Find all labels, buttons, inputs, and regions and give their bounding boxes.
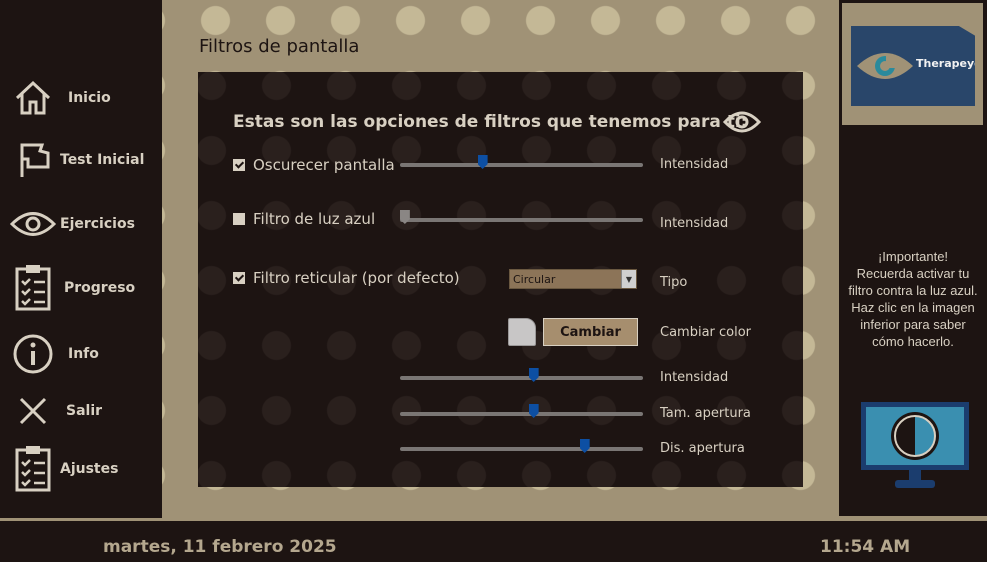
logo: Therapeye: [842, 3, 983, 125]
aperture-distance-label: Dis. apertura: [660, 441, 745, 456]
flag-icon: [10, 137, 56, 183]
info-icon: [10, 331, 56, 377]
logo-text: Therapeye: [916, 57, 982, 70]
eye-icon: [857, 53, 913, 79]
chevron-down-icon[interactable]: ▼: [621, 270, 636, 288]
monitor-icon[interactable]: [861, 402, 969, 492]
notice-title: ¡Importante!: [877, 249, 949, 264]
grid-filter-label: Filtro reticular (por defecto): [253, 269, 460, 287]
checkbox-box[interactable]: [233, 213, 245, 225]
close-icon: [10, 388, 56, 434]
sidebar-item-ejercicios[interactable]: Ejercicios: [10, 199, 160, 249]
home-icon: [10, 75, 56, 121]
slider-thumb[interactable]: [528, 404, 539, 418]
grid-type-label: Tipo: [660, 275, 688, 290]
change-color-label: Cambiar color: [660, 325, 752, 340]
sidebar-item-inicio[interactable]: Inicio: [10, 73, 160, 123]
blue-light-intensity-label: Intensidad: [660, 216, 729, 231]
darken-intensity-slider[interactable]: [400, 155, 643, 169]
darken-intensity-label: Intensidad: [660, 157, 729, 172]
slider-thumb[interactable]: [579, 439, 590, 453]
page-title: Filtros de pantalla: [199, 36, 360, 57]
filters-panel: Estas son las opciones de filtros que te…: [198, 72, 803, 487]
status-time: 11:54 AM: [820, 537, 911, 557]
logo-card: Therapeye: [851, 26, 975, 106]
grid-filter-checkbox[interactable]: Filtro reticular (por defecto): [233, 269, 460, 287]
checkbox-box[interactable]: [233, 272, 245, 284]
sidebar-item-label: Ajustes: [60, 461, 119, 477]
blue-light-intensity-slider[interactable]: [399, 210, 643, 224]
darken-checkbox[interactable]: Oscurecer pantalla: [233, 156, 395, 174]
grid-type-select[interactable]: Circular ▼: [509, 269, 637, 289]
grid-type-value: Circular: [513, 272, 556, 286]
slider-thumb[interactable]: [528, 368, 539, 382]
slider-thumb[interactable]: [399, 210, 410, 224]
checkbox-box[interactable]: [233, 159, 245, 171]
aperture-size-label: Tam. apertura: [660, 406, 751, 421]
aperture-size-slider[interactable]: [400, 404, 643, 418]
sidebar-item-info[interactable]: Info: [10, 329, 160, 379]
change-color-button[interactable]: Cambiar: [543, 318, 638, 346]
sidebar-item-label: Ejercicios: [60, 216, 135, 232]
sidebar-item-ajustes[interactable]: Ajustes: [10, 444, 160, 494]
eye-icon[interactable]: [722, 108, 762, 140]
sidebar-item-label: Test Inicial: [60, 152, 145, 168]
notice-body: Recuerda activar tu filtro contra la luz…: [848, 266, 978, 349]
sidebar-item-test-inicial[interactable]: Test Inicial: [10, 135, 160, 185]
filters-heading: Estas son las opciones de filtros que te…: [233, 112, 748, 132]
blue-light-label: Filtro de luz azul: [253, 210, 376, 228]
aperture-distance-slider[interactable]: [400, 439, 643, 453]
status-bar: martes, 11 febrero 2025 11:54 AM: [0, 518, 987, 562]
blue-light-checkbox[interactable]: Filtro de luz azul: [233, 210, 375, 228]
eye-icon: [10, 201, 56, 247]
clipboard-icon: [10, 446, 56, 492]
blue-light-notice: ¡Importante! Recuerda activar tu filtro …: [845, 248, 981, 350]
grid-intensity-slider[interactable]: [400, 368, 643, 382]
status-date: martes, 11 febrero 2025: [103, 537, 337, 557]
sidebar-item-label: Progreso: [64, 280, 136, 296]
sidebar-item-label: Salir: [66, 403, 103, 419]
sidebar: Inicio Test Inicial Ejercicios Progreso …: [0, 0, 162, 518]
sidebar-item-label: Inicio: [68, 90, 111, 106]
color-swatch[interactable]: [508, 318, 536, 346]
right-panel: Therapeye ¡Importante! Recuerda activar …: [839, 0, 987, 516]
sidebar-item-salir[interactable]: Salir: [10, 386, 160, 436]
slider-thumb[interactable]: [477, 155, 488, 169]
sidebar-item-label: Info: [68, 346, 99, 362]
clipboard-icon: [10, 265, 56, 311]
grid-intensity-label: Intensidad: [660, 370, 729, 385]
sidebar-item-progreso[interactable]: Progreso: [10, 263, 160, 313]
darken-label: Oscurecer pantalla: [253, 156, 395, 174]
